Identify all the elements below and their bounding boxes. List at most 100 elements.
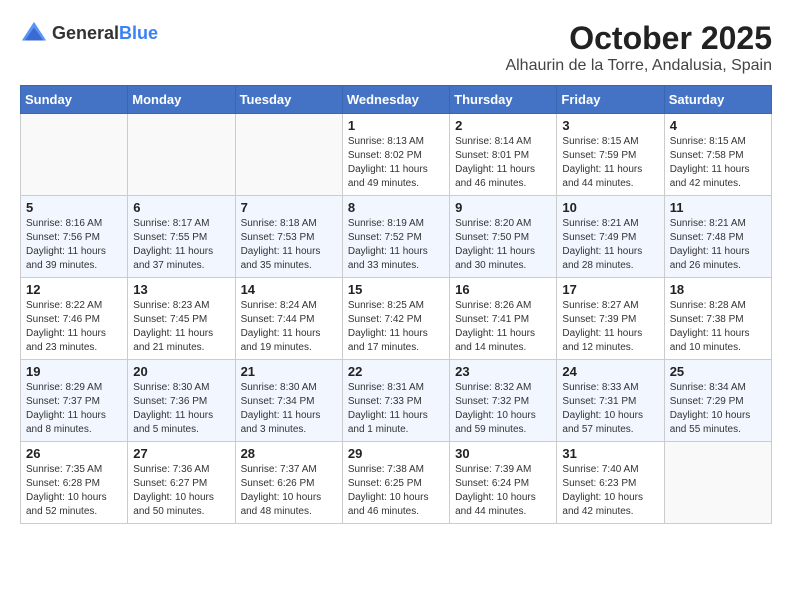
day-info: Sunrise: 7:35 AM Sunset: 6:28 PM Dayligh… [26,463,122,519]
day-info: Sunrise: 8:17 AM Sunset: 7:55 PM Dayligh… [133,217,229,273]
calendar-cell: 24Sunrise: 8:33 AM Sunset: 7:31 PM Dayli… [557,360,664,442]
logo-general: GeneralBlue [52,24,158,44]
day-number: 3 [562,118,658,133]
calendar-week-3: 12 Sunrise: 8:22 AM Sunset: 7:46 PM Dayli… [21,278,772,360]
day-number: 17 [562,282,658,297]
day-number: 21 [241,364,337,379]
calendar-cell: 22Sunrise: 8:31 AM Sunset: 7:33 PM Dayli… [342,360,449,442]
day-info: Sunrise: 8:30 AM Sunset: 7:34 PM Dayligh… [241,381,337,437]
day-number: 9 [455,200,551,215]
calendar-cell [235,114,342,196]
day-info: Sunrise: 8:24 AM Sunset: 7:44 PM Dayligh… [241,299,337,355]
day-info: Sunrise: 8:32 AM Sunset: 7:32 PM Dayligh… [455,381,551,437]
calendar-week-2: 5 Sunrise: 8:16 AM Sunset: 7:56 PM Daylig… [21,196,772,278]
day-number: 12 [26,282,122,297]
day-info: Sunrise: 8:21 AM Sunset: 7:48 PM Dayligh… [670,217,766,273]
calendar-cell: 8 Sunrise: 8:19 AM Sunset: 7:52 PM Daylig… [342,196,449,278]
day-info: Sunrise: 7:38 AM Sunset: 6:25 PM Dayligh… [348,463,444,519]
calendar-cell: 3Sunrise: 8:15 AM Sunset: 7:59 PM Daylig… [557,114,664,196]
day-number: 24 [562,364,658,379]
day-number: 1 [348,118,444,133]
title-area: October 2025 Alhaurin de la Torre, Andal… [505,20,772,75]
logo: GeneralBlue [20,20,158,48]
day-info: Sunrise: 8:15 AM Sunset: 7:58 PM Dayligh… [670,135,766,191]
day-info: Sunrise: 8:22 AM Sunset: 7:46 PM Dayligh… [26,299,122,355]
day-number: 15 [348,282,444,297]
header-monday: Monday [128,86,235,114]
header-tuesday: Tuesday [235,86,342,114]
day-number: 18 [670,282,766,297]
day-number: 2 [455,118,551,133]
calendar-cell: 11Sunrise: 8:21 AM Sunset: 7:48 PM Dayli… [664,196,771,278]
day-number: 8 [348,200,444,215]
day-info: Sunrise: 8:19 AM Sunset: 7:52 PM Dayligh… [348,217,444,273]
logo-icon [20,20,48,48]
calendar-cell: 18Sunrise: 8:28 AM Sunset: 7:38 PM Dayli… [664,278,771,360]
calendar-cell: 10 Sunrise: 8:21 AM Sunset: 7:49 PM Dayli… [557,196,664,278]
day-info: Sunrise: 8:16 AM Sunset: 7:56 PM Dayligh… [26,217,122,273]
calendar-cell: 14 Sunrise: 8:24 AM Sunset: 7:44 PM Dayli… [235,278,342,360]
day-number: 4 [670,118,766,133]
day-number: 22 [348,364,444,379]
calendar-cell: 31 Sunrise: 7:40 AM Sunset: 6:23 PM Dayli… [557,442,664,524]
calendar-cell: 15 Sunrise: 8:25 AM Sunset: 7:42 PM Dayli… [342,278,449,360]
day-number: 30 [455,446,551,461]
page-header: GeneralBlue October 2025 Alhaurin de la … [20,20,772,75]
calendar-cell: 28 Sunrise: 7:37 AM Sunset: 6:26 PM Dayli… [235,442,342,524]
calendar-cell: 7 Sunrise: 8:18 AM Sunset: 7:53 PM Daylig… [235,196,342,278]
day-number: 25 [670,364,766,379]
location-title: Alhaurin de la Torre, Andalusia, Spain [505,57,772,75]
day-info: Sunrise: 7:40 AM Sunset: 6:23 PM Dayligh… [562,463,658,519]
calendar-cell: 23 Sunrise: 8:32 AM Sunset: 7:32 PM Dayli… [450,360,557,442]
day-number: 6 [133,200,229,215]
header-wednesday: Wednesday [342,86,449,114]
calendar-cell: 1Sunrise: 8:13 AM Sunset: 8:02 PM Daylig… [342,114,449,196]
calendar-cell: 12 Sunrise: 8:22 AM Sunset: 7:46 PM Dayli… [21,278,128,360]
day-info: Sunrise: 8:27 AM Sunset: 7:39 PM Dayligh… [562,299,658,355]
day-number: 29 [348,446,444,461]
calendar-cell: 9Sunrise: 8:20 AM Sunset: 7:50 PM Daylig… [450,196,557,278]
calendar-header-row: Sunday Monday Tuesday Wednesday Thursday… [21,86,772,114]
month-title: October 2025 [505,20,772,57]
day-number: 10 [562,200,658,215]
day-info: Sunrise: 8:14 AM Sunset: 8:01 PM Dayligh… [455,135,551,191]
day-number: 13 [133,282,229,297]
calendar-week-1: 1Sunrise: 8:13 AM Sunset: 8:02 PM Daylig… [21,114,772,196]
calendar-cell: 26 Sunrise: 7:35 AM Sunset: 6:28 PM Dayli… [21,442,128,524]
day-number: 7 [241,200,337,215]
header-friday: Friday [557,86,664,114]
day-info: Sunrise: 8:26 AM Sunset: 7:41 PM Dayligh… [455,299,551,355]
day-info: Sunrise: 8:25 AM Sunset: 7:42 PM Dayligh… [348,299,444,355]
day-number: 27 [133,446,229,461]
day-number: 20 [133,364,229,379]
calendar-cell: 25Sunrise: 8:34 AM Sunset: 7:29 PM Dayli… [664,360,771,442]
calendar-cell: 29 Sunrise: 7:38 AM Sunset: 6:25 PM Dayli… [342,442,449,524]
day-number: 23 [455,364,551,379]
calendar-cell: 2 Sunrise: 8:14 AM Sunset: 8:01 PM Daylig… [450,114,557,196]
day-number: 5 [26,200,122,215]
calendar-week-4: 19Sunrise: 8:29 AM Sunset: 7:37 PM Dayli… [21,360,772,442]
day-info: Sunrise: 8:23 AM Sunset: 7:45 PM Dayligh… [133,299,229,355]
calendar-cell: 30 Sunrise: 7:39 AM Sunset: 6:24 PM Dayli… [450,442,557,524]
day-number: 28 [241,446,337,461]
day-info: Sunrise: 7:39 AM Sunset: 6:24 PM Dayligh… [455,463,551,519]
day-info: Sunrise: 7:37 AM Sunset: 6:26 PM Dayligh… [241,463,337,519]
calendar-table: Sunday Monday Tuesday Wednesday Thursday… [20,85,772,524]
day-number: 16 [455,282,551,297]
calendar-week-5: 26 Sunrise: 7:35 AM Sunset: 6:28 PM Dayli… [21,442,772,524]
calendar-cell: 17 Sunrise: 8:27 AM Sunset: 7:39 PM Dayli… [557,278,664,360]
day-info: Sunrise: 7:36 AM Sunset: 6:27 PM Dayligh… [133,463,229,519]
calendar-cell [128,114,235,196]
day-number: 14 [241,282,337,297]
header-saturday: Saturday [664,86,771,114]
day-number: 26 [26,446,122,461]
header-thursday: Thursday [450,86,557,114]
calendar-cell: 6 Sunrise: 8:17 AM Sunset: 7:55 PM Daylig… [128,196,235,278]
day-info: Sunrise: 8:21 AM Sunset: 7:49 PM Dayligh… [562,217,658,273]
calendar-cell: 5 Sunrise: 8:16 AM Sunset: 7:56 PM Daylig… [21,196,128,278]
calendar-cell: 20Sunrise: 8:30 AM Sunset: 7:36 PM Dayli… [128,360,235,442]
day-number: 19 [26,364,122,379]
day-number: 31 [562,446,658,461]
calendar-cell [664,442,771,524]
day-info: Sunrise: 8:18 AM Sunset: 7:53 PM Dayligh… [241,217,337,273]
